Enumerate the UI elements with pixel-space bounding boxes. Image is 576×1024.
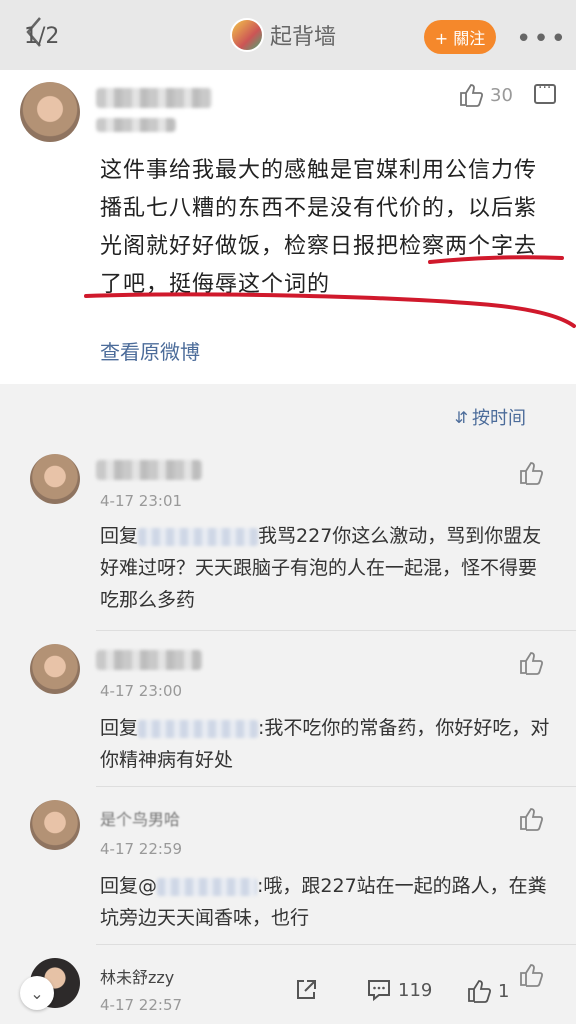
comments-button[interactable]: 119 [366,978,432,1002]
reply-prefix: 回复@ [100,875,158,897]
blurred-handle [157,877,258,896]
like-count: 1 [498,980,510,1002]
post-like-button[interactable]: 30 [458,82,513,108]
reply-text: 回复:我不吃你的常备药，你好好吃，对你精神病有好处 [100,712,550,776]
thumbs-up-icon [460,84,484,107]
sort-icon: ⇵ [454,407,468,427]
comment-icon [368,980,390,1002]
thumbs-up-icon[interactable] [518,650,544,676]
follow-button-label: + 關注 [434,29,486,48]
divider [96,786,576,787]
original-comment-card: 30 这件事给我最大的感触是官媒利用公信力传播乱七八糟的东西不是没有代价的，以后… [0,70,576,384]
comment-count: 119 [398,979,433,1001]
reply-item: 是个鸟男哈 4-17 22:59 回复@:哦，跟227站在一起的路人，在粪坑旁边… [0,796,576,946]
comment-text: 这件事给我最大的感触是官媒利用公信力传播乱七八糟的东西不是没有代价的，以后紫光阁… [100,158,538,297]
reply-timestamp: 4-17 22:59 [100,840,183,858]
post-like-count: 30 [490,84,513,106]
reply-prefix: 回复 [100,717,139,739]
reply-item: 4-17 23:01 回复 我骂227你这么激动，骂到你盟友好难过呀？天天跟脑子有… [0,450,576,630]
blurred-username [96,650,202,670]
reply-timestamp: 4-17 23:00 [100,682,183,700]
reply-avatar[interactable] [30,454,80,504]
reply-prefix: 回复 [100,525,139,547]
reply-text: 回复@:哦，跟227站在一起的路人，在粪坑旁边天天闻香味，也行 [100,870,550,934]
like-button[interactable]: 1 [466,978,509,1004]
reply-avatar[interactable] [30,800,80,850]
reply-text: 回复 我骂227你这么激动，骂到你盟友好难过呀？天天跟脑子有泡的人在一起混，怪不得… [100,520,550,616]
author-avatar [230,18,264,52]
chevron-down-icon: ⌄ [30,983,44,1003]
blurred-username [96,88,212,108]
more-icon[interactable]: ••• [516,24,568,54]
top-bar: 1/2 起背墙 + 關注 ••• [0,0,576,78]
sort-by-time-button[interactable]: ⇵ 按时间 [455,404,526,430]
blurred-username [96,460,202,480]
reply-avatar[interactable] [30,644,80,694]
thumbs-up-icon [468,980,492,1003]
blurred-handle [138,719,259,738]
bottom-toolbar: ⌄ 119 1 [0,950,576,1024]
collapse-button[interactable]: ⌄ [20,976,54,1010]
commenter-avatar[interactable] [20,82,80,142]
share-icon [297,980,316,999]
comment-icon[interactable] [534,80,556,104]
reply-timestamp: 4-17 23:01 [100,492,183,510]
header-subtitle: 起背墙 [270,25,337,50]
share-button[interactable] [294,978,318,1002]
view-original-link[interactable]: 查看原微博 [100,336,200,365]
follow-button[interactable]: + 關注 [424,20,496,54]
divider [96,630,576,631]
thumbs-up-icon[interactable] [518,806,544,832]
page-indicator: 1/2 [24,24,60,49]
blurred-handle [138,527,259,546]
header-title-group: 起背墙 [230,18,336,52]
thumbs-up-icon[interactable] [518,460,544,486]
blurred-timestamp [96,118,176,132]
reply-item: 4-17 23:00 回复:我不吃你的常备药，你好好吃，对你精神病有好处 [0,640,576,790]
sort-label: 按时间 [472,408,526,429]
divider [96,944,576,945]
reply-username[interactable]: 是个鸟男哈 [100,806,180,830]
